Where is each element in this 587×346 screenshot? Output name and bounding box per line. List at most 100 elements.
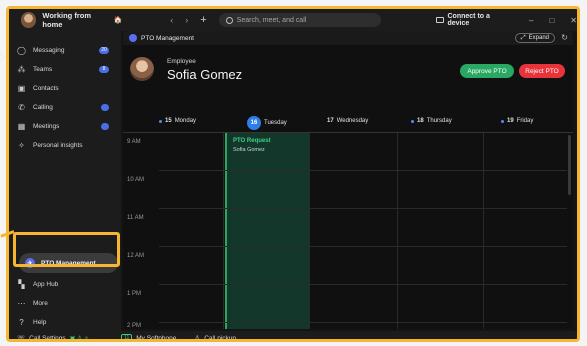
approve-pto-button[interactable]: Approve PTO bbox=[460, 64, 514, 78]
panel-header: PTO Management ⤢ Expand ↻ bbox=[123, 31, 573, 45]
day-thursday[interactable]: 18 Thursday bbox=[411, 118, 452, 124]
search-input[interactable]: Search, meet, and call bbox=[218, 13, 381, 27]
contacts-icon: ▣ bbox=[17, 83, 26, 93]
status-text[interactable]: Working from home bbox=[42, 11, 110, 29]
softphone-number: 11 bbox=[121, 334, 133, 339]
hour-line bbox=[159, 246, 567, 247]
forward-arrow-icon[interactable]: › bbox=[185, 15, 188, 25]
new-plus-icon[interactable]: + bbox=[200, 14, 206, 26]
expand-button[interactable]: ⤢ Expand bbox=[514, 33, 555, 43]
day-number: 18 bbox=[417, 118, 424, 124]
hour-line bbox=[159, 284, 567, 285]
event-dot bbox=[411, 119, 414, 123]
sidebar-item-label: Personal insights bbox=[33, 141, 83, 149]
apps-icon: ▚ bbox=[18, 279, 25, 289]
day-number: 15 bbox=[165, 118, 172, 124]
sidebar-item-more[interactable]: ⋯ More bbox=[17, 296, 113, 310]
day-number: 17 bbox=[327, 118, 334, 124]
connect-label: Connect to a device bbox=[447, 13, 490, 27]
column-divider bbox=[223, 133, 224, 329]
status-indicator-icon: ▣ ♙ ✧ bbox=[69, 335, 90, 342]
teams-icon: ⁂ bbox=[17, 64, 26, 74]
event-dot bbox=[501, 119, 504, 123]
user-avatar[interactable] bbox=[21, 12, 37, 28]
event-title: PTO Request bbox=[233, 138, 271, 144]
today-marker: 16 bbox=[247, 116, 261, 130]
day-friday[interactable]: 19 Friday bbox=[501, 118, 533, 124]
sidebar-item-calling[interactable]: ✆ Calling bbox=[17, 100, 113, 114]
pto-app-icon bbox=[129, 34, 137, 42]
day-tuesday[interactable]: 16 Tuesday bbox=[247, 116, 287, 130]
time-label: 12 AM bbox=[127, 253, 145, 259]
window-controls: – □ ✕ bbox=[529, 16, 577, 25]
day-number: 19 bbox=[507, 118, 514, 124]
hour-line bbox=[159, 208, 567, 209]
notification-dot bbox=[101, 103, 109, 111]
calendar-day-header: 15 Monday 16 Tuesday 17 Wednesday 18 Thu… bbox=[123, 115, 573, 133]
sidebar-item-personal-insights[interactable]: ✧ Personal insights bbox=[17, 138, 113, 152]
calendar-icon: ▦ bbox=[17, 121, 26, 131]
employee-avatar bbox=[130, 57, 154, 81]
reject-pto-button[interactable]: Reject PTO bbox=[519, 64, 565, 78]
time-label: 11 AM bbox=[127, 215, 144, 221]
sidebar-item-label: Meetings bbox=[33, 122, 60, 130]
call-pickup-button[interactable]: ♙ Call pickup bbox=[194, 334, 236, 342]
minimize-icon[interactable]: – bbox=[529, 16, 533, 25]
day-name: Monday bbox=[174, 118, 197, 124]
day-monday[interactable]: 15 Monday bbox=[159, 118, 196, 124]
unread-badge: 20 bbox=[99, 46, 109, 54]
more-icon: ⋯ bbox=[17, 298, 26, 308]
phone-icon: ✆ bbox=[18, 102, 25, 112]
calendar-scrollbar[interactable] bbox=[568, 135, 571, 195]
call-settings-icon: ☏ bbox=[17, 335, 26, 342]
pto-request-event[interactable]: PTO Request Sofia Gomez bbox=[225, 133, 309, 329]
insights-icon: ✧ bbox=[18, 140, 25, 150]
expand-icon: ⤢ bbox=[520, 34, 526, 41]
refresh-icon[interactable]: ↻ bbox=[561, 33, 568, 42]
nav-arrows: ‹ › bbox=[170, 15, 188, 25]
sidebar-item-messaging[interactable]: ◯ Messaging 20 bbox=[17, 43, 113, 57]
sidebar-item-contacts[interactable]: ▣ Contacts bbox=[17, 81, 113, 95]
title-bar: Working from home 🏠 ‹ › + Search, meet, … bbox=[9, 9, 577, 31]
unread-badge: 8 bbox=[99, 65, 109, 73]
softphone-button[interactable]: 11 My Softphone bbox=[121, 334, 177, 342]
pto-panel: PTO Management ⤢ Expand ↻ Employee Sofia… bbox=[123, 31, 573, 329]
employee-label: Employee bbox=[167, 58, 196, 65]
hour-line bbox=[159, 170, 567, 171]
message-icon: ◯ bbox=[17, 45, 26, 55]
panel-title: PTO Management bbox=[141, 34, 194, 42]
notification-dot bbox=[101, 122, 109, 130]
day-wednesday[interactable]: 17 Wednesday bbox=[327, 118, 368, 124]
time-label: 10 AM bbox=[127, 177, 145, 183]
day-name: Friday bbox=[516, 118, 534, 124]
sidebar-item-label: Contacts bbox=[33, 84, 59, 92]
hour-line bbox=[159, 322, 567, 323]
search-placeholder: Search, meet, and call bbox=[236, 16, 307, 24]
day-name: Thursday bbox=[426, 118, 452, 124]
calendar-grid: PTO Request Sofia Gomez 9 AM 10 AM 11 AM… bbox=[123, 133, 573, 329]
sidebar-item-app-hub[interactable]: ▚ App Hub bbox=[17, 277, 113, 291]
maximize-icon[interactable]: □ bbox=[549, 16, 554, 25]
day-name: Tuesday bbox=[264, 120, 287, 126]
search-icon bbox=[225, 16, 233, 24]
sidebar-item-label: App Hub bbox=[33, 280, 59, 288]
sidebar-item-meetings[interactable]: ▦ Meetings bbox=[17, 119, 113, 133]
event-dot bbox=[159, 119, 162, 123]
event-person: Sofia Gomez bbox=[233, 147, 265, 153]
call-pickup-label: Call pickup bbox=[204, 334, 236, 342]
call-pickup-icon: ♙ bbox=[194, 335, 201, 342]
call-settings-button[interactable]: ☏ Call Settings ▣ ♙ ✧ bbox=[17, 334, 90, 342]
close-icon[interactable]: ✕ bbox=[570, 16, 577, 25]
sidebar: ◯ Messaging 20 ⁂ Teams 8 ▣ Contacts ✆ Ca… bbox=[9, 31, 121, 339]
sidebar-item-label: Teams bbox=[33, 65, 53, 73]
expand-label: Expand bbox=[528, 35, 549, 41]
sidebar-item-label: More bbox=[33, 299, 48, 307]
softphone-label: My Softphone bbox=[136, 334, 177, 342]
back-arrow-icon[interactable]: ‹ bbox=[170, 15, 173, 25]
column-divider bbox=[309, 133, 310, 329]
connect-device-button[interactable]: Connect to a device bbox=[435, 13, 511, 27]
column-divider bbox=[483, 133, 484, 329]
call-settings-label: Call Settings bbox=[29, 334, 66, 342]
sidebar-item-help[interactable]: ? Help bbox=[17, 315, 113, 329]
sidebar-item-teams[interactable]: ⁂ Teams 8 bbox=[17, 62, 113, 76]
